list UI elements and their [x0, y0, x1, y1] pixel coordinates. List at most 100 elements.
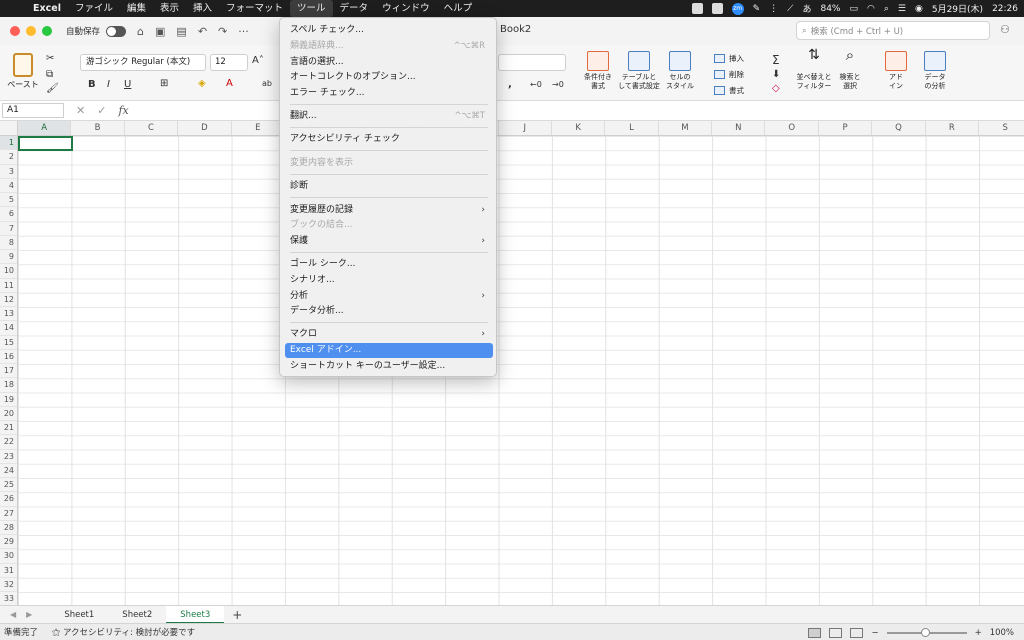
row-header[interactable]: 15	[0, 336, 17, 350]
addins-button[interactable]: アド イン	[882, 51, 910, 91]
active-cell-a1[interactable]	[18, 136, 73, 151]
row-header[interactable]: 29	[0, 535, 17, 550]
spotlight-icon[interactable]: ⌕	[884, 4, 889, 14]
row-header[interactable]: 17	[0, 364, 17, 379]
cut-icon[interactable]: ✂	[46, 53, 54, 64]
menu-data-analysis[interactable]: データ分析...	[285, 304, 493, 319]
borders-icon[interactable]: ⊞	[160, 78, 168, 89]
font-name-select[interactable]: 游ゴシック Regular (本文)	[80, 54, 206, 71]
column-header[interactable]: R	[926, 121, 980, 135]
zoom-in-icon[interactable]: +	[975, 628, 982, 638]
menu-date[interactable]: 5月29日(木)	[932, 2, 983, 15]
menu-time[interactable]: 22:26	[992, 4, 1018, 14]
menu-file[interactable]: ファイル	[68, 0, 120, 17]
increase-decimal-icon[interactable]: ←0	[530, 80, 542, 89]
add-sheet-button[interactable]: +	[232, 608, 242, 622]
row-header[interactable]: 30	[0, 549, 17, 564]
menu-translate[interactable]: 翻訳... ^⌥⌘T	[285, 109, 493, 124]
zoom-out-icon[interactable]: −	[871, 628, 878, 638]
sheet-tab-1[interactable]: Sheet1	[50, 606, 108, 624]
name-box[interactable]: A1	[2, 103, 64, 118]
column-header[interactable]: L	[605, 121, 659, 135]
cell-area[interactable]	[18, 136, 1024, 605]
menu-app[interactable]: Excel	[26, 0, 68, 17]
menu-autocorrect[interactable]: オートコレクトのオプション...	[285, 70, 493, 85]
search-box[interactable]: ⌕ 検索 (Cmd + Ctrl + U)	[796, 21, 990, 40]
normal-view-icon[interactable]	[808, 627, 822, 638]
increase-font-icon[interactable]: A˄	[252, 55, 264, 66]
insert-cells-button[interactable]: 挿入	[714, 53, 744, 64]
zoom-app-icon[interactable]: zm	[731, 2, 744, 15]
row-header[interactable]: 23	[0, 450, 17, 464]
menu-accessibility-check[interactable]: アクセシビリティ チェック	[285, 132, 493, 147]
evernote-icon[interactable]: ✎	[753, 4, 761, 14]
menu-view[interactable]: 表示	[153, 0, 186, 17]
autosave-toggle[interactable]	[106, 25, 127, 37]
page-layout-view-icon[interactable]	[829, 627, 843, 638]
row-header[interactable]: 24	[0, 464, 17, 478]
column-header[interactable]: M	[659, 121, 713, 135]
row-header[interactable]: 25	[0, 478, 17, 493]
column-header[interactable]: K	[552, 121, 606, 135]
wifi-icon[interactable]: ◠	[867, 4, 875, 14]
table-format-button[interactable]: テーブルと して書式設定	[616, 51, 662, 91]
menu-tools[interactable]: ツール	[290, 0, 333, 17]
row-header[interactable]: 22	[0, 435, 17, 450]
format-painter-icon[interactable]: 🖌	[46, 83, 59, 94]
close-window-button[interactable]	[10, 26, 20, 36]
zoom-window-button[interactable]	[42, 26, 52, 36]
undo-icon[interactable]: ↶	[198, 25, 207, 38]
column-header[interactable]: J	[499, 121, 552, 135]
menu-excel-addins[interactable]: Excel アドイン...	[285, 343, 493, 358]
row-header[interactable]: 3	[0, 165, 17, 179]
control-center-icon[interactable]: ☰	[898, 4, 906, 14]
more-actions-icon[interactable]: ···	[238, 25, 249, 38]
fill-color-icon[interactable]: ◈	[198, 78, 206, 89]
prev-sheet-icon[interactable]: ◀	[10, 610, 16, 619]
menu-language[interactable]: 言語の選択...	[285, 55, 493, 70]
row-header[interactable]: 19	[0, 393, 17, 407]
column-header[interactable]: D	[178, 121, 232, 135]
sheet-tab-2[interactable]: Sheet2	[108, 606, 166, 624]
ime-indicator[interactable]: あ	[802, 2, 811, 15]
column-header[interactable]: P	[819, 121, 873, 135]
sort-filter-button[interactable]: ⇅ 並べ替えと フィルター	[794, 48, 834, 91]
confirm-entry-icon[interactable]: ✓	[97, 104, 106, 117]
save-as-icon[interactable]: ▤	[176, 25, 186, 38]
row-header[interactable]: 6	[0, 207, 17, 222]
fill-down-icon[interactable]: ⬇	[772, 69, 780, 80]
row-header[interactable]: 5	[0, 193, 17, 208]
conditional-format-button[interactable]: 条件付き 書式	[580, 51, 616, 91]
menu-analysis[interactable]: 分析 ›	[285, 289, 493, 304]
redo-icon[interactable]: ↷	[218, 25, 227, 38]
menu-diagnostics[interactable]: 診断	[285, 179, 493, 194]
row-header[interactable]: 7	[0, 222, 17, 236]
font-color-icon[interactable]: A	[226, 78, 233, 89]
worksheet-grid[interactable]: ABCDEFGHIJKLMNOPQRS 12345678910111213141…	[0, 121, 1024, 605]
decrease-decimal-icon[interactable]: →0	[552, 80, 564, 89]
row-header[interactable]: 31	[0, 564, 17, 578]
bold-button[interactable]: B	[88, 79, 96, 90]
battery-icon[interactable]: ▭	[850, 4, 859, 14]
zoom-level[interactable]: 100%	[990, 628, 1014, 638]
row-header[interactable]: 2	[0, 150, 17, 165]
menu-error-check[interactable]: エラー チェック...	[285, 86, 493, 101]
row-header[interactable]: 26	[0, 492, 17, 507]
menu-goal-seek[interactable]: ゴール シーク...	[285, 257, 493, 272]
column-header[interactable]: N	[712, 121, 766, 135]
row-header[interactable]: 9	[0, 250, 17, 265]
menu-macro[interactable]: マクロ ›	[285, 327, 493, 342]
column-header[interactable]: S	[979, 121, 1024, 135]
delete-cells-button[interactable]: 削除	[714, 69, 744, 80]
next-sheet-icon[interactable]: ▶	[26, 610, 32, 619]
page-break-view-icon[interactable]	[850, 627, 864, 638]
column-header[interactable]: C	[125, 121, 179, 135]
row-header[interactable]: 18	[0, 378, 17, 393]
underline-button[interactable]: U	[124, 79, 131, 90]
wrap-text-icon[interactable]: ab	[262, 79, 272, 88]
insert-function-button[interactable]: fx	[118, 104, 128, 117]
select-all-corner[interactable]	[0, 121, 18, 136]
row-header[interactable]: 16	[0, 350, 17, 364]
screen-record-icon[interactable]	[691, 3, 703, 14]
minimize-window-button[interactable]	[26, 26, 36, 36]
